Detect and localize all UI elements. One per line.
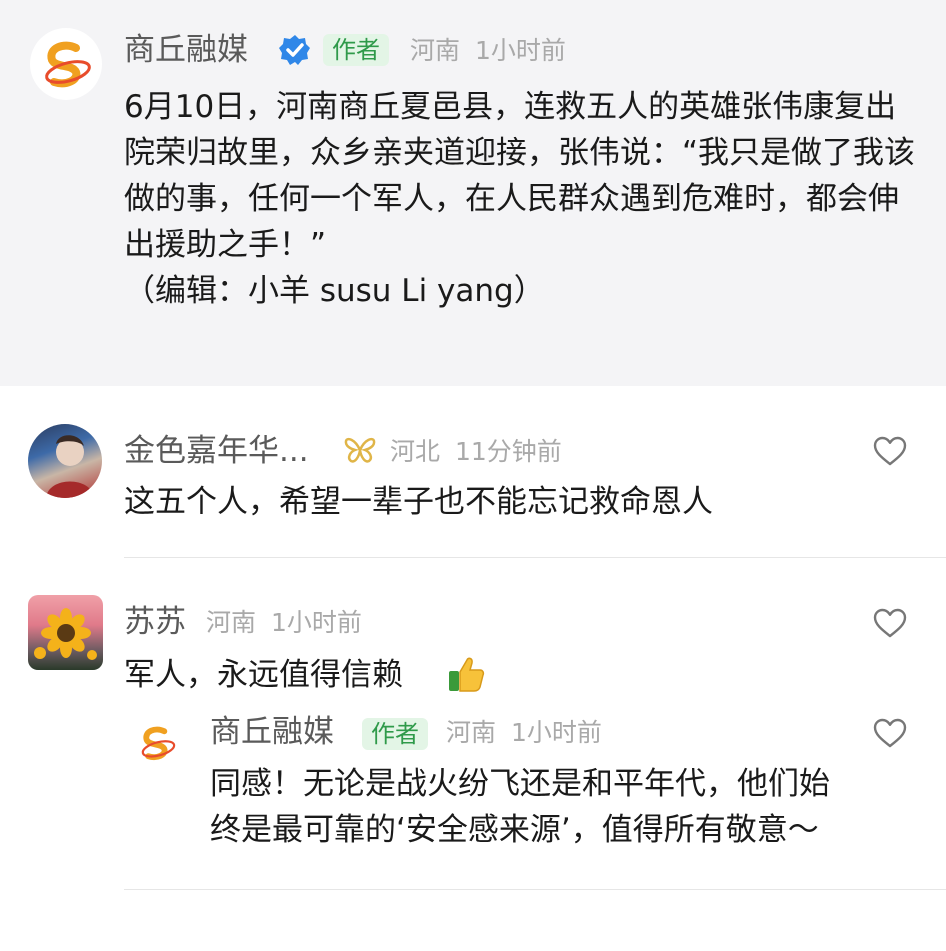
verified-icon (279, 35, 310, 65)
author-badge: 作者 (323, 34, 389, 66)
comment-location: 河南 (206, 608, 257, 637)
comment-text-content: 军人，永远值得信赖 (124, 657, 403, 693)
comment-text: 这五个人，希望一辈子也不能忘记救命恩人 (124, 484, 713, 520)
like-heart-icon[interactable] (873, 436, 907, 466)
commenter-name[interactable]: 金色嘉年华... (124, 436, 309, 467)
post-text: 6月10日，河南商丘夏邑县，连救五人的英雄张伟康复出院荣归故里，众乡亲夹道迎接，… (124, 89, 916, 309)
reply-text-line1: 同感！无论是战火纷飞还是和平年代，他们始 (210, 766, 830, 802)
reply-location: 河南 (446, 718, 497, 747)
commenter-name[interactable]: 苏苏 (124, 607, 186, 638)
comment-divider (124, 557, 946, 558)
reply-time: 1小时前 (511, 718, 602, 747)
author-badge: 作者 (362, 718, 428, 750)
shangqiu-logo-icon (141, 726, 176, 761)
post-location: 河南 (410, 36, 461, 65)
reply-author-name[interactable]: 商丘融媒 (210, 717, 334, 748)
post-time: 1小时前 (475, 36, 566, 65)
commenter-avatar[interactable] (28, 595, 103, 670)
comment-time: 1小时前 (271, 608, 362, 637)
post-author-name[interactable]: 商丘融媒 (124, 35, 248, 66)
post-card: 商丘融媒 作者 河南 1小时前 6月10日，河南商丘夏邑县，连救五人的英雄张伟康… (0, 0, 946, 386)
author-avatar[interactable] (30, 28, 102, 100)
sunflower-photo-icon (34, 608, 97, 660)
reply-text-line2: 终是最可靠的‘安全感来源’，值得所有敬意～ (210, 812, 819, 848)
comment-time: 11分钟前 (455, 437, 562, 466)
thumbs-up-icon (449, 657, 485, 692)
person-photo-icon (46, 435, 94, 498)
comment-location: 河北 (390, 437, 441, 466)
butterfly-icon (344, 437, 376, 463)
comment-text: 军人，永远值得信赖 (124, 660, 403, 691)
like-heart-icon[interactable] (873, 718, 907, 748)
commenter-avatar[interactable] (28, 424, 102, 498)
shangqiu-logo-icon (45, 41, 91, 88)
like-heart-icon[interactable] (873, 608, 907, 638)
comment-divider (124, 889, 946, 890)
reply-author-avatar[interactable] (132, 718, 182, 768)
